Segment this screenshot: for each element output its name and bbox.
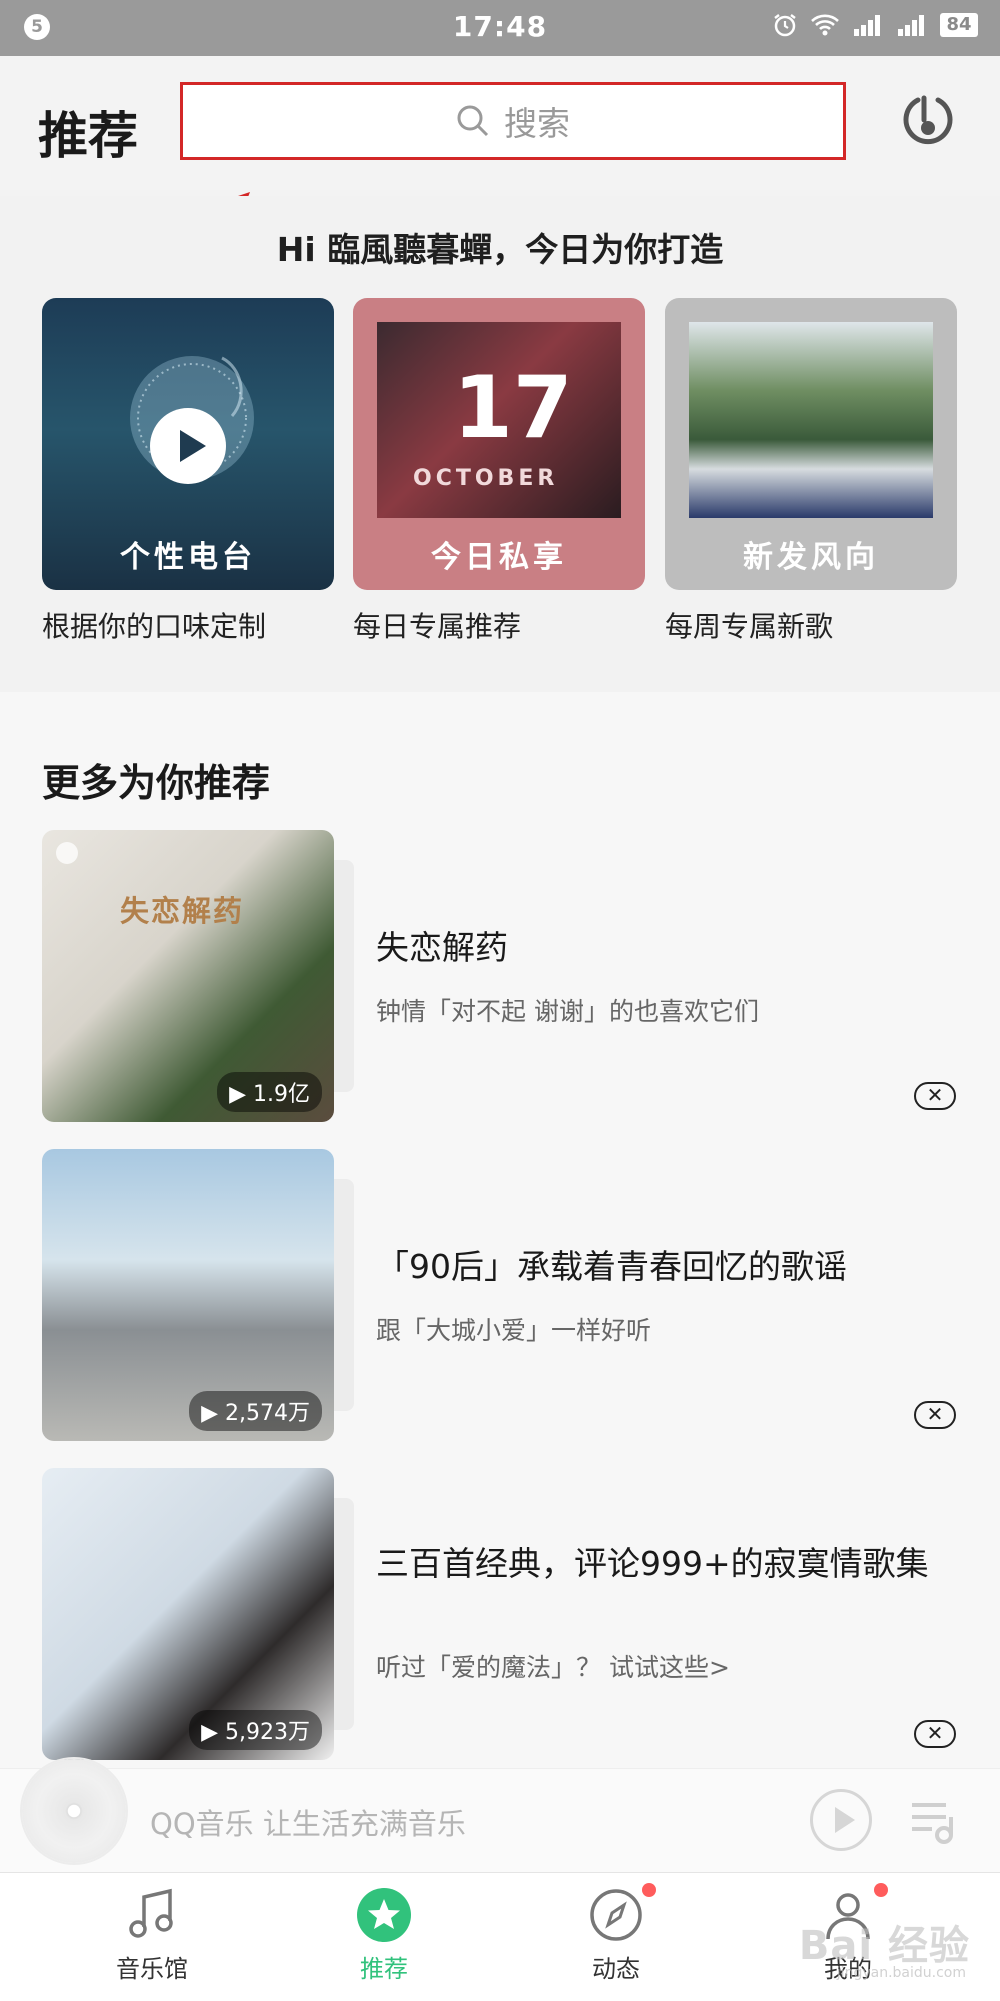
card-daily-picks[interactable]: 17 OCTOBER 今日私享 [353, 298, 645, 590]
greeting: Hi 臨風聽暮蟬，今日为你打造 [276, 230, 724, 269]
playlist-title: 三百首经典，评论999+的寂寞情歌集 [376, 1544, 929, 1583]
tab-activity[interactable]: 动态 [536, 1883, 696, 1984]
section-title: 更多为你推荐 [42, 761, 271, 805]
mini-player[interactable]: QQ音乐 让生活充满音乐 [0, 1759, 1000, 1873]
qq-music-logo-icon [56, 842, 78, 864]
status-bar: 5 17:48 84 [0, 0, 1000, 56]
cover-text: 失恋解药 [120, 894, 245, 928]
list-item[interactable]: 失恋解药 ▶ 1.9亿 失恋解药 钟情「对不起 谢谢」的也喜欢它们 ✕ [0, 830, 1000, 1122]
notification-dot [642, 1883, 656, 1897]
compass-icon [590, 1889, 642, 1941]
play-icon[interactable] [150, 408, 226, 484]
baidu-watermark-url: jingyan.baidu.com [836, 1965, 966, 1981]
weekly-cover-art [689, 322, 933, 518]
play-count: ▶ 2,574万 [189, 1391, 322, 1431]
card-label: 个性电台 [120, 540, 256, 575]
tab-label: 音乐馆 [116, 1955, 188, 1983]
signal-icon [854, 15, 880, 36]
search-input[interactable]: 搜索 [180, 82, 846, 160]
notification-dot [874, 1883, 888, 1897]
daily-month: OCTOBER [413, 466, 559, 491]
music-recognize-icon[interactable] [902, 94, 954, 156]
album-disc-icon[interactable] [22, 1759, 126, 1863]
battery-indicator: 84 [940, 13, 978, 37]
star-icon [357, 1888, 411, 1942]
tab-recommend[interactable]: 推荐 [304, 1887, 464, 1984]
status-icons: 84 [772, 12, 978, 38]
card-personal-radio[interactable]: 个性电台 [42, 298, 334, 590]
card-label: 今日私享 [431, 540, 567, 575]
alarm-icon [774, 14, 796, 37]
daily-date: 17 [453, 358, 573, 458]
list-item[interactable]: ▶ 5,923万 三百首经典，评论999+的寂寞情歌集 听过「爱的魔法」？ 试试… [0, 1468, 1000, 1760]
playlist-cover[interactable]: 失恋解药 ▶ 1.9亿 [42, 830, 334, 1122]
playlist-title: 失恋解药 [376, 928, 508, 967]
playlist-desc: 听过「爱的魔法」？ 试试这些> [376, 1653, 730, 1682]
playlist-cover[interactable]: ▶ 2,574万 [42, 1149, 334, 1441]
baidu-watermark: Bai 经验 [798, 1923, 970, 1969]
card-caption: 根据你的口味定制 [42, 610, 267, 643]
card-caption: 每日专属推荐 [353, 610, 522, 643]
page-title: 推荐 [38, 107, 138, 165]
tab-label: 动态 [592, 1955, 640, 1983]
tab-label: 推荐 [360, 1955, 408, 1983]
playlist-desc: 跟「大城小爱」一样好听 [376, 1316, 652, 1345]
play-count: ▶ 5,923万 [189, 1710, 322, 1750]
play-button[interactable] [810, 1789, 872, 1851]
play-count: ▶ 1.9亿 [217, 1072, 322, 1112]
card-label: 新发风向 [743, 540, 879, 575]
header: 推荐 搜索 [0, 56, 1000, 196]
wifi-icon [811, 14, 839, 36]
dismiss-button[interactable]: ✕ [914, 1401, 956, 1429]
tab-bar: 音乐馆 推荐 动态 我的 Bai 经验 jingyan.baidu.com [0, 1872, 1000, 2001]
playlist-title: 「90后」承载着青春回忆的歌谣 [376, 1247, 847, 1286]
playlist-cover[interactable]: ▶ 5,923万 [42, 1468, 334, 1760]
card-new-trends[interactable]: 新发风向 [665, 298, 957, 590]
dismiss-button[interactable]: ✕ [914, 1082, 956, 1110]
playlist-icon[interactable] [908, 1797, 958, 1847]
playlist-desc: 钟情「对不起 谢谢」的也喜欢它们 [376, 997, 759, 1026]
search-placeholder: 搜索 [504, 104, 570, 143]
music-note-icon [129, 1888, 173, 1938]
tab-music-hall[interactable]: 音乐馆 [72, 1887, 232, 1984]
signal-2-icon [898, 15, 924, 36]
mini-player-text: QQ音乐 让生活充满音乐 [150, 1807, 466, 1841]
search-icon [457, 105, 489, 137]
dismiss-button[interactable]: ✕ [914, 1720, 956, 1748]
card-caption: 每周专属新歌 [665, 610, 834, 643]
list-item[interactable]: ▶ 2,574万 「90后」承载着青春回忆的歌谣 跟「大城小爱」一样好听 ✕ [0, 1149, 1000, 1441]
